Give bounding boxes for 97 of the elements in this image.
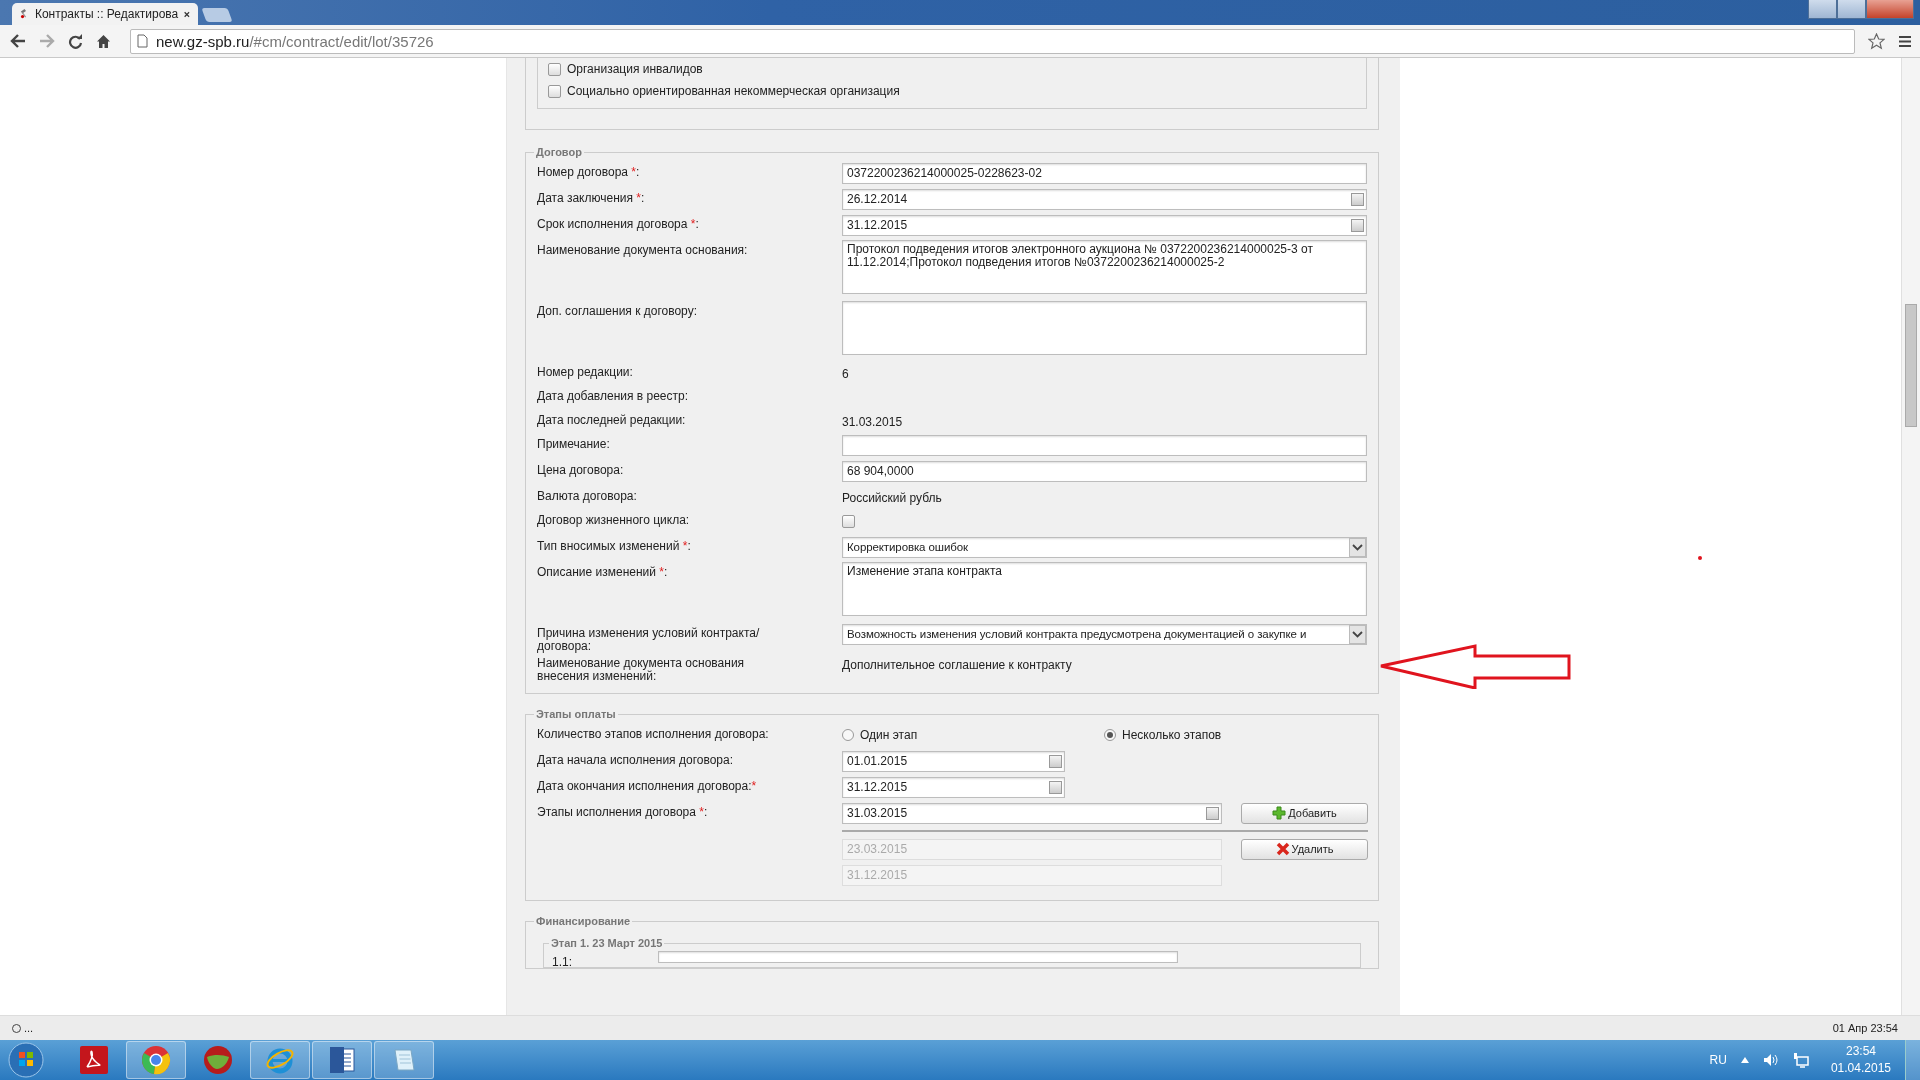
date-field[interactable]: 31.12.2015 <box>842 214 1367 236</box>
clock-time: 23:54 <box>1845 1043 1876 1060</box>
section-title: Договор <box>535 146 583 158</box>
calendar-icon[interactable] <box>1206 806 1219 820</box>
new-tab-button[interactable] <box>201 8 233 22</box>
browser-tab[interactable]: Контракты :: Редактирова <box>12 3 198 25</box>
forward-icon[interactable] <box>39 34 55 48</box>
field-label: Срок исполнения договора *: <box>537 216 700 231</box>
date-field[interactable]: 01.01.2015 <box>842 750 1065 772</box>
field-label: Валюта договора: <box>537 488 638 503</box>
field-label: Номер договора *: <box>537 164 641 179</box>
dropdown[interactable]: Возможность изменения условий контракта предусмотрена документацией о закупке и <box>842 623 1367 645</box>
delete-button[interactable]: Удалить <box>1241 838 1368 860</box>
calendar-icon[interactable] <box>1049 780 1062 794</box>
status-date: 01 Апр 23:54 <box>1832 1022 1898 1034</box>
date-field[interactable]: 31.03.2015 <box>842 802 1222 824</box>
field-value: 6 <box>842 366 849 381</box>
field-value: Дополнительное соглашение к контракту <box>842 657 1072 672</box>
close-button[interactable] <box>1866 0 1914 19</box>
field-label: Наименование документа основания: <box>537 242 749 257</box>
section-title: Этапы оплаты <box>535 708 617 720</box>
menu-icon[interactable] <box>1898 34 1912 48</box>
show-desktop-button[interactable] <box>1905 1040 1920 1080</box>
date-field[interactable]: 31.12.2015 <box>842 776 1065 798</box>
date-field: 31.12.2015 <box>842 864 1222 886</box>
checkbox-label: Организация инвалидов <box>567 62 703 76</box>
section-title: Финансирование <box>535 915 632 927</box>
input-field[interactable] <box>658 951 1178 963</box>
field-label: Дата начала исполнения договора: <box>537 752 734 767</box>
speaker-icon[interactable] <box>1762 1053 1779 1067</box>
hammer-icon <box>20 7 29 21</box>
text-area[interactable]: Изменение этапа контракта <box>842 562 1367 616</box>
page-icon <box>137 34 148 48</box>
checkbox[interactable] <box>842 514 855 528</box>
checkbox[interactable] <box>548 84 561 98</box>
radio-label: Несколько этапов <box>1122 728 1222 742</box>
input-field[interactable]: 68 904,0000 <box>842 460 1367 482</box>
close-icon[interactable] <box>184 9 190 19</box>
calendar-icon[interactable] <box>1049 754 1062 768</box>
radio-button[interactable] <box>842 729 854 741</box>
address-bar[interactable]: new.gz-spb.ru/#cm/contract/edit/lot/35726 <box>130 28 1855 54</box>
clock-date: 01.04.2015 <box>1830 1060 1891 1077</box>
calendar-icon[interactable] <box>1351 192 1364 206</box>
field-label: Этапы исполнения договора *: <box>537 804 709 819</box>
pdf-app-icon[interactable] <box>80 1046 108 1074</box>
annotation-dot <box>1698 556 1702 560</box>
field-label: Тип вносимых изменений *: <box>537 538 692 553</box>
status-text: ... <box>12 1022 34 1034</box>
field-label: 1.1: <box>552 954 573 969</box>
reload-icon[interactable] <box>68 33 83 49</box>
field-label: Дата последней редакции: <box>537 412 687 427</box>
field-label: Наименование документа основания внесения изменений: <box>537 655 746 683</box>
scrollbar[interactable] <box>1901 58 1920 1015</box>
text-area[interactable]: Протокол подведения итогов электронного аукциона № 0372200236214000025-3 от 11.12.2014;Протокол подведения итогов №0372200236214000025-2 <box>842 240 1367 294</box>
cross-icon <box>1275 842 1290 856</box>
field-label: Описание изменений *: <box>537 564 669 579</box>
scrollbar-thumb[interactable] <box>1905 304 1917 427</box>
field-label: Дата окончания исполнения договора:* <box>537 778 758 793</box>
field-label: Договор жизненного цикла: <box>537 512 691 527</box>
language-indicator[interactable]: RU <box>1709 1053 1727 1067</box>
field-label: Доп. соглашения к договору: <box>537 303 698 318</box>
network-icon[interactable] <box>1792 1052 1809 1068</box>
field-label: Причина изменения условий контракта/договора: <box>537 625 761 653</box>
field-label: Номер редакции: <box>537 364 634 379</box>
radio-label: Один этап <box>860 728 918 742</box>
star-icon[interactable] <box>1868 32 1885 50</box>
dropdown[interactable]: Корректировка ошибок <box>842 536 1367 558</box>
field-value: Российский рубль <box>842 490 942 505</box>
taskbar-clock[interactable]: 23:54 01.04.2015 <box>1830 1043 1891 1077</box>
start-button[interactable] <box>8 1042 44 1078</box>
show-hidden-icons-icon[interactable] <box>1740 1057 1749 1063</box>
back-icon[interactable] <box>10 34 26 48</box>
field-label: Дата заключения *: <box>537 190 646 205</box>
input-field[interactable] <box>842 434 1367 456</box>
browser-app-icon[interactable] <box>141 1045 171 1075</box>
add-button[interactable]: Добавить <box>1241 802 1368 824</box>
round-app-icon[interactable] <box>203 1045 233 1075</box>
checkbox-label: Социально ориентированная некоммерческая организация <box>567 84 900 98</box>
field-label: Дата добавления в реестр: <box>537 388 690 403</box>
field-label: Примечание: <box>537 436 611 451</box>
home-icon[interactable] <box>96 33 111 49</box>
field-value: 31.03.2015 <box>842 414 903 429</box>
radio-button[interactable] <box>1104 729 1116 741</box>
document-app-icon[interactable] <box>327 1045 357 1075</box>
date-field[interactable]: 26.12.2014 <box>842 188 1367 210</box>
date-field: 23.03.2015 <box>842 838 1222 860</box>
text-area[interactable] <box>842 301 1367 355</box>
plus-icon <box>1272 806 1287 820</box>
url-text: new.gz-spb.ru/#cm/contract/edit/lot/35726 <box>156 32 434 50</box>
field-label: Цена договора: <box>537 462 625 477</box>
input-field[interactable]: 0372200236214000025-0228623-02 <box>842 162 1367 184</box>
field-label: Количество этапов исполнения договора: <box>537 726 770 741</box>
checkbox[interactable] <box>548 62 561 76</box>
section-title: Этап 1. 23 Март 2015 <box>550 937 664 949</box>
calendar-icon[interactable] <box>1351 218 1364 232</box>
maximize-button[interactable] <box>1837 0 1866 19</box>
minimize-button[interactable] <box>1808 0 1837 19</box>
